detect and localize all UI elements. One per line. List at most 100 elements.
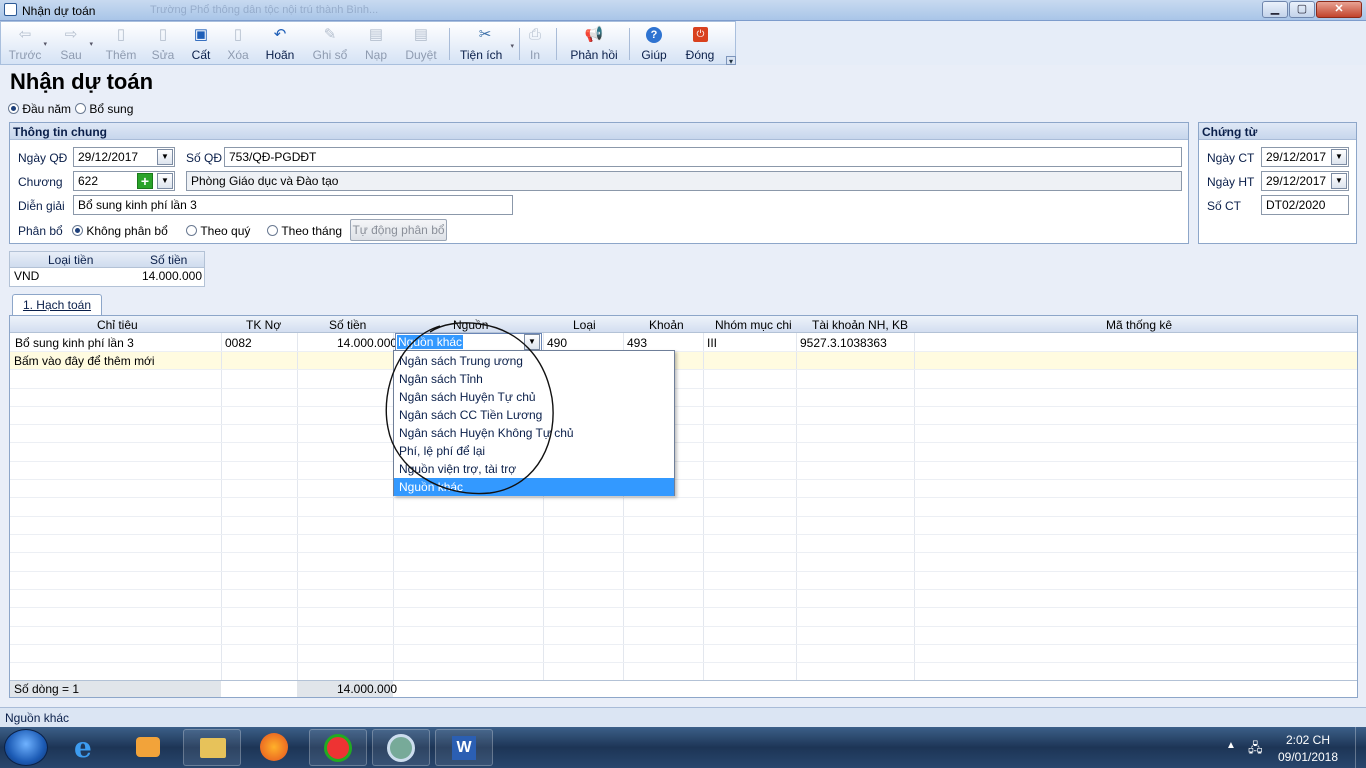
accounting-grid: Chỉ tiêu TK Nợ Số tiền Nguồn Loại Khoản … — [9, 315, 1358, 698]
approve-button[interactable]: ▤ Duyệt — [400, 22, 442, 65]
new-row[interactable]: Bấm vào đây để thêm mới — [10, 351, 1357, 369]
auto-allocate-button[interactable]: Tự động phân bổ — [350, 219, 447, 241]
nguon-combo-value[interactable]: Nguồn khác — [397, 335, 464, 349]
add-plus-icon[interactable]: + — [137, 173, 153, 189]
grid-column-line — [221, 333, 222, 681]
grid-row-line — [10, 571, 1357, 572]
cell-tk-no[interactable]: 0082 — [225, 336, 252, 350]
general-info-header: Thông tin chung — [10, 123, 1188, 140]
col-so-tien[interactable]: Số tiền — [329, 318, 366, 332]
so-ct-field[interactable]: DT02/2020 — [1261, 195, 1349, 215]
toolbar-overflow-button[interactable]: ▾ — [726, 56, 736, 66]
previous-button[interactable]: ⇦ Trước ▾ — [3, 22, 47, 65]
window-title-bar: Nhận dự toán Trường Phổ thông dân tộc nộ… — [0, 0, 1366, 21]
tray-arrow-icon[interactable]: ▲ — [1226, 740, 1236, 751]
col-ma-thong-ke[interactable]: Mã thống kê — [1106, 318, 1172, 332]
printer-icon: ⎙ — [528, 26, 541, 43]
delete-document-icon: ▯ — [233, 26, 243, 43]
status-bar: Nguồn khác — [0, 707, 1366, 727]
tab-hach-toan[interactable]: 1. Hạch toán — [12, 294, 102, 316]
col-tai-khoan-nh[interactable]: Tài khoản NH, KB — [812, 318, 908, 332]
currency-type[interactable]: VND — [14, 269, 39, 283]
dropdown-item[interactable]: Nguồn viện trợ, tài trợ — [394, 460, 674, 478]
save-button[interactable]: ▣ Cất — [184, 22, 218, 65]
toolbar-background — [736, 21, 1366, 65]
cell-khoan[interactable]: 493 — [627, 336, 647, 350]
internet-explorer-icon[interactable]: e — [60, 729, 118, 766]
utilities-button[interactable]: ✂ Tiện ích ▾ — [454, 22, 516, 65]
dropdown-item[interactable]: Ngân sách Huyện Không Tự chủ — [394, 424, 674, 442]
cell-so-tien[interactable]: 14.000.000 — [337, 336, 397, 350]
undo-button[interactable]: ↶ Hoãn — [260, 22, 300, 65]
close-form-button[interactable]: ⏻ Đóng — [681, 22, 719, 65]
chuong-label: Chương — [18, 175, 63, 189]
close-button[interactable]: ✕ — [1316, 1, 1362, 18]
app-icon-green[interactable] — [372, 729, 430, 766]
undo-icon: ↶ — [273, 26, 287, 43]
maximize-button[interactable]: ▢ — [1289, 1, 1315, 18]
chuong-name-field: Phòng Giáo dục và Đào tạo — [186, 171, 1182, 191]
ngay-ct-dropdown-icon[interactable]: ▼ — [1331, 149, 1347, 165]
network-icon[interactable]: 🖧 — [1248, 739, 1263, 761]
dropdown-item[interactable]: Ngân sách Trung ương — [394, 352, 674, 370]
radio-bo-sung[interactable]: Bổ sung — [75, 101, 133, 116]
currency-table: Loại tiền Số tiền VND 14.000.000 — [9, 251, 205, 287]
print-button[interactable]: ⎙ In — [521, 22, 549, 65]
new-document-icon: ▯ — [116, 26, 126, 43]
clock-date[interactable]: 09/01/2018 — [1274, 750, 1342, 764]
word-icon[interactable]: W — [435, 729, 493, 766]
currency-amount-header: Số tiền — [150, 253, 188, 267]
col-nguon[interactable]: Nguồn — [453, 318, 488, 332]
background-window-title: Trường Phổ thông dân tộc nội trú thành B… — [150, 4, 379, 16]
col-chi-tieu[interactable]: Chỉ tiêu — [97, 318, 138, 332]
grid-row-line — [10, 516, 1357, 517]
general-info-panel: Thông tin chung Ngày QĐ 29/12/2017 ▼ Số … — [9, 122, 1189, 244]
firefox-icon[interactable] — [246, 729, 304, 766]
delete-button[interactable]: ▯ Xóa — [220, 22, 256, 65]
col-tk-no[interactable]: TK Nợ — [246, 318, 281, 332]
col-nhom-muc-chi[interactable]: Nhóm mục chi — [715, 318, 792, 332]
add-button[interactable]: ▯ Thêm — [101, 22, 141, 65]
cell-nhom-muc-chi[interactable]: III — [707, 336, 717, 350]
post-button[interactable]: ✎ Ghi sổ — [306, 22, 354, 65]
start-button[interactable] — [4, 729, 48, 766]
dropdown-item[interactable]: Ngân sách CC Tiền Lương — [394, 406, 674, 424]
dien-giai-field[interactable]: Bổ sung kinh phí lần 3 — [73, 195, 513, 215]
media-player-icon[interactable] — [120, 729, 178, 766]
window-title: Nhận dự toán — [22, 4, 96, 18]
feedback-button[interactable]: 📢 Phản hồi — [565, 22, 623, 65]
load-button[interactable]: ▤ Nạp — [358, 22, 394, 65]
so-qd-field[interactable]: 753/QĐ-PGDĐT — [224, 147, 1182, 167]
show-desktop-button[interactable] — [1355, 727, 1366, 768]
grid-column-line — [703, 333, 704, 681]
ngay-qd-dropdown-icon[interactable]: ▼ — [157, 149, 173, 165]
minimize-button[interactable]: ▁ — [1262, 1, 1288, 18]
radio-theo-quy[interactable]: Theo quý — [186, 223, 250, 238]
currency-amount[interactable]: 14.000.000 — [142, 269, 202, 283]
grid-row-line — [10, 406, 1357, 407]
clock-time[interactable]: 2:02 CH — [1278, 733, 1338, 747]
cell-loai[interactable]: 490 — [547, 336, 567, 350]
ngay-ht-dropdown-icon[interactable]: ▼ — [1331, 173, 1347, 189]
radio-dau-nam[interactable]: Đầu năm — [8, 101, 71, 116]
cell-tai-khoan-nh[interactable]: 9527.3.1038363 — [800, 336, 887, 350]
dropdown-item[interactable]: Ngân sách Huyện Tự chủ — [394, 388, 674, 406]
table-row[interactable]: Bổ sung kinh phí lần 3 0082 14.000.000 4… — [10, 333, 1357, 351]
col-khoan[interactable]: Khoản — [649, 318, 684, 332]
dropdown-item-selected[interactable]: Nguồn khác — [394, 478, 674, 496]
help-button[interactable]: ? Giúp — [637, 22, 671, 65]
radio-khong-phan-bo[interactable]: Không phân bổ — [72, 223, 168, 238]
radio-theo-thang[interactable]: Theo tháng — [267, 223, 342, 238]
chuong-dropdown-icon[interactable]: ▼ — [157, 173, 173, 189]
nguon-dropdown-icon[interactable]: ▼ — [524, 334, 540, 350]
next-button[interactable]: ⇨ Sau ▾ — [49, 22, 93, 65]
load-icon: ▤ — [368, 26, 384, 43]
cell-chi-tieu[interactable]: Bổ sung kinh phí lần 3 — [15, 336, 134, 350]
col-loai[interactable]: Loại — [573, 318, 596, 332]
dropdown-item[interactable]: Phí, lệ phí để lại — [394, 442, 674, 460]
app-icon-red[interactable] — [309, 729, 367, 766]
file-explorer-icon[interactable] — [183, 729, 241, 766]
edit-button[interactable]: ▯ Sửa — [144, 22, 182, 65]
nguon-combo[interactable]: Nguồn khác ▼ — [395, 333, 542, 351]
dropdown-item[interactable]: Ngân sách Tỉnh — [394, 370, 674, 388]
